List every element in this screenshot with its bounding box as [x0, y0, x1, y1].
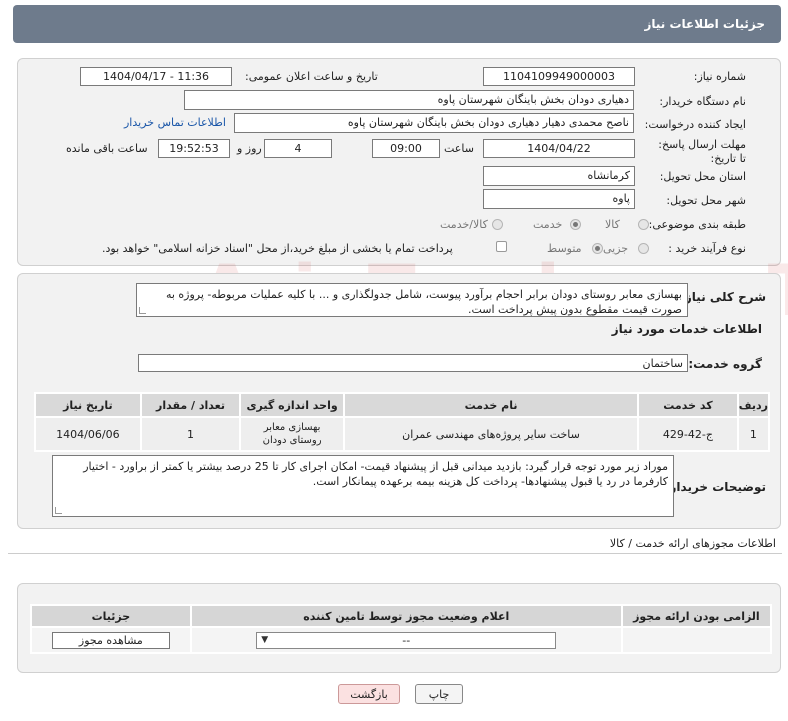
licenses-table: الزامی بودن ارائه مجوز اعلام وضعیت مجوز …	[30, 604, 773, 654]
city-label: شهر محل تحویل:	[666, 194, 746, 207]
need-number-label: شماره نیاز:	[693, 70, 746, 83]
category-radio-goods-service[interactable]	[492, 219, 503, 230]
city-field: پاوه	[483, 189, 635, 209]
licenses-section-title: اطلاعات مجوزهای ارائه خدمت / کالا	[609, 537, 776, 550]
category-option-goods-service: کالا/خدمت	[440, 218, 488, 231]
buyer-notes-label: توضیحات خریدار:	[664, 480, 766, 494]
creator-field: ناصح محمدی دهیار دهیاری دودان بخش باینگا…	[234, 113, 634, 133]
page-header: جزئیات اطلاعات نیاز	[13, 5, 781, 43]
resize-handle-icon[interactable]	[139, 307, 146, 314]
province-field: کرمانشاه	[483, 166, 635, 186]
province-label: استان محل تحویل:	[659, 170, 746, 183]
col-index: ردیف	[736, 392, 771, 418]
deadline-time-field: 09:00	[372, 139, 440, 158]
buyer-notes-textarea[interactable]: موراد زیر مورد توجه قرار گیرد: بازدید می…	[52, 455, 674, 517]
service-group-label: گروه خدمت:	[688, 357, 762, 371]
divider	[8, 553, 782, 554]
view-license-button[interactable]: مشاهده مجوز	[51, 631, 170, 649]
services-section-title: اطلاعات خدمات مورد نیاز	[611, 322, 762, 336]
category-option-service: خدمت	[533, 218, 563, 231]
service-group-field: ساختمان	[138, 354, 688, 372]
deadline-label: مهلت ارسال پاسخ: تا تاریخ:	[658, 138, 746, 165]
buyer-org-label: نام دستگاه خریدار:	[659, 95, 746, 108]
deadline-date-field: 1404/04/22	[483, 139, 635, 158]
summary-textarea[interactable]: بهسازی معابر روستای دودان برابر احجام بر…	[136, 283, 688, 317]
page-title: جزئیات اطلاعات نیاز	[644, 17, 765, 31]
row-service-code: ج-42-429	[637, 416, 739, 452]
table-row: 1 ج-42-429 ساخت سایر پروژه‌های مهندسی عم…	[34, 416, 771, 452]
remaining-label: ساعت باقی مانده	[66, 142, 148, 155]
summary-text: بهسازی معابر روستای دودان برابر احجام بر…	[165, 288, 682, 316]
summary-label: شرح کلی نیاز:	[680, 290, 766, 304]
announce-field: 1404/04/17 - 11:36	[80, 67, 232, 86]
row-need-date: 1404/06/06	[34, 416, 142, 452]
chevron-down-icon: ▼	[261, 634, 269, 645]
col-license-details: جزئیات	[30, 604, 192, 628]
row-index: 1	[736, 416, 771, 452]
buyer-notes-text: موراد زیر مورد توجه قرار گیرد: بازدید می…	[83, 460, 668, 488]
announce-label: تاریخ و ساعت اعلان عمومی:	[245, 70, 378, 83]
row-service-name: ساخت سایر پروژه‌های مهندسی عمران	[342, 416, 640, 452]
licenses-header-row: الزامی بودن ارائه مجوز اعلام وضعیت مجوز …	[30, 604, 773, 628]
category-radio-goods[interactable]	[638, 219, 649, 230]
category-label: طبقه بندی موضوعی:	[648, 218, 746, 231]
category-option-goods: کالا	[605, 218, 620, 231]
services-header-row: ردیف کد خدمت نام خدمت واحد اندازه گیری ت…	[34, 392, 771, 418]
row-unit: بهسازی معابر روستای دودان	[239, 416, 345, 452]
license-status-select[interactable]: -- ▼	[256, 631, 557, 649]
contact-info-link[interactable]: اطلاعات تماس خریدار	[124, 116, 226, 129]
resize-handle-icon[interactable]	[55, 507, 62, 514]
col-license-status: اعلام وضعیت مجوز توسط تامین کننده	[189, 604, 623, 628]
row-quantity: 1	[139, 416, 242, 452]
col-service-code: کد خدمت	[637, 392, 739, 418]
days-label: روز و	[237, 142, 262, 155]
table-row: -- ▼ مشاهده مجوز	[30, 626, 773, 654]
need-number-field: 1104109949000003	[483, 67, 635, 86]
col-unit: واحد اندازه گیری	[239, 392, 345, 418]
col-quantity: تعداد / مقدار	[139, 392, 242, 418]
license-required-cell	[620, 626, 773, 654]
time-label: ساعت	[444, 142, 474, 155]
services-table: ردیف کد خدمت نام خدمت واحد اندازه گیری ت…	[34, 392, 771, 452]
license-details-cell: مشاهده مجوز	[30, 626, 192, 654]
print-button[interactable]: چاپ	[415, 684, 463, 704]
col-license-required: الزامی بودن ارائه مجوز	[620, 604, 773, 628]
creator-label: ایجاد کننده درخواست:	[644, 118, 746, 131]
license-status-value: --	[402, 633, 411, 647]
remaining-time-field: 19:52:53	[158, 139, 230, 158]
back-button[interactable]: بازگشت	[338, 684, 400, 704]
days-field: 4	[264, 139, 332, 158]
buyer-org-field: دهیاری دودان بخش باینگان شهرستان پاوه	[184, 90, 634, 110]
col-service-name: نام خدمت	[342, 392, 640, 418]
license-status-cell: -- ▼	[189, 626, 623, 654]
col-need-date: تاریخ نیاز	[34, 392, 142, 418]
category-radio-service[interactable]	[570, 219, 581, 230]
